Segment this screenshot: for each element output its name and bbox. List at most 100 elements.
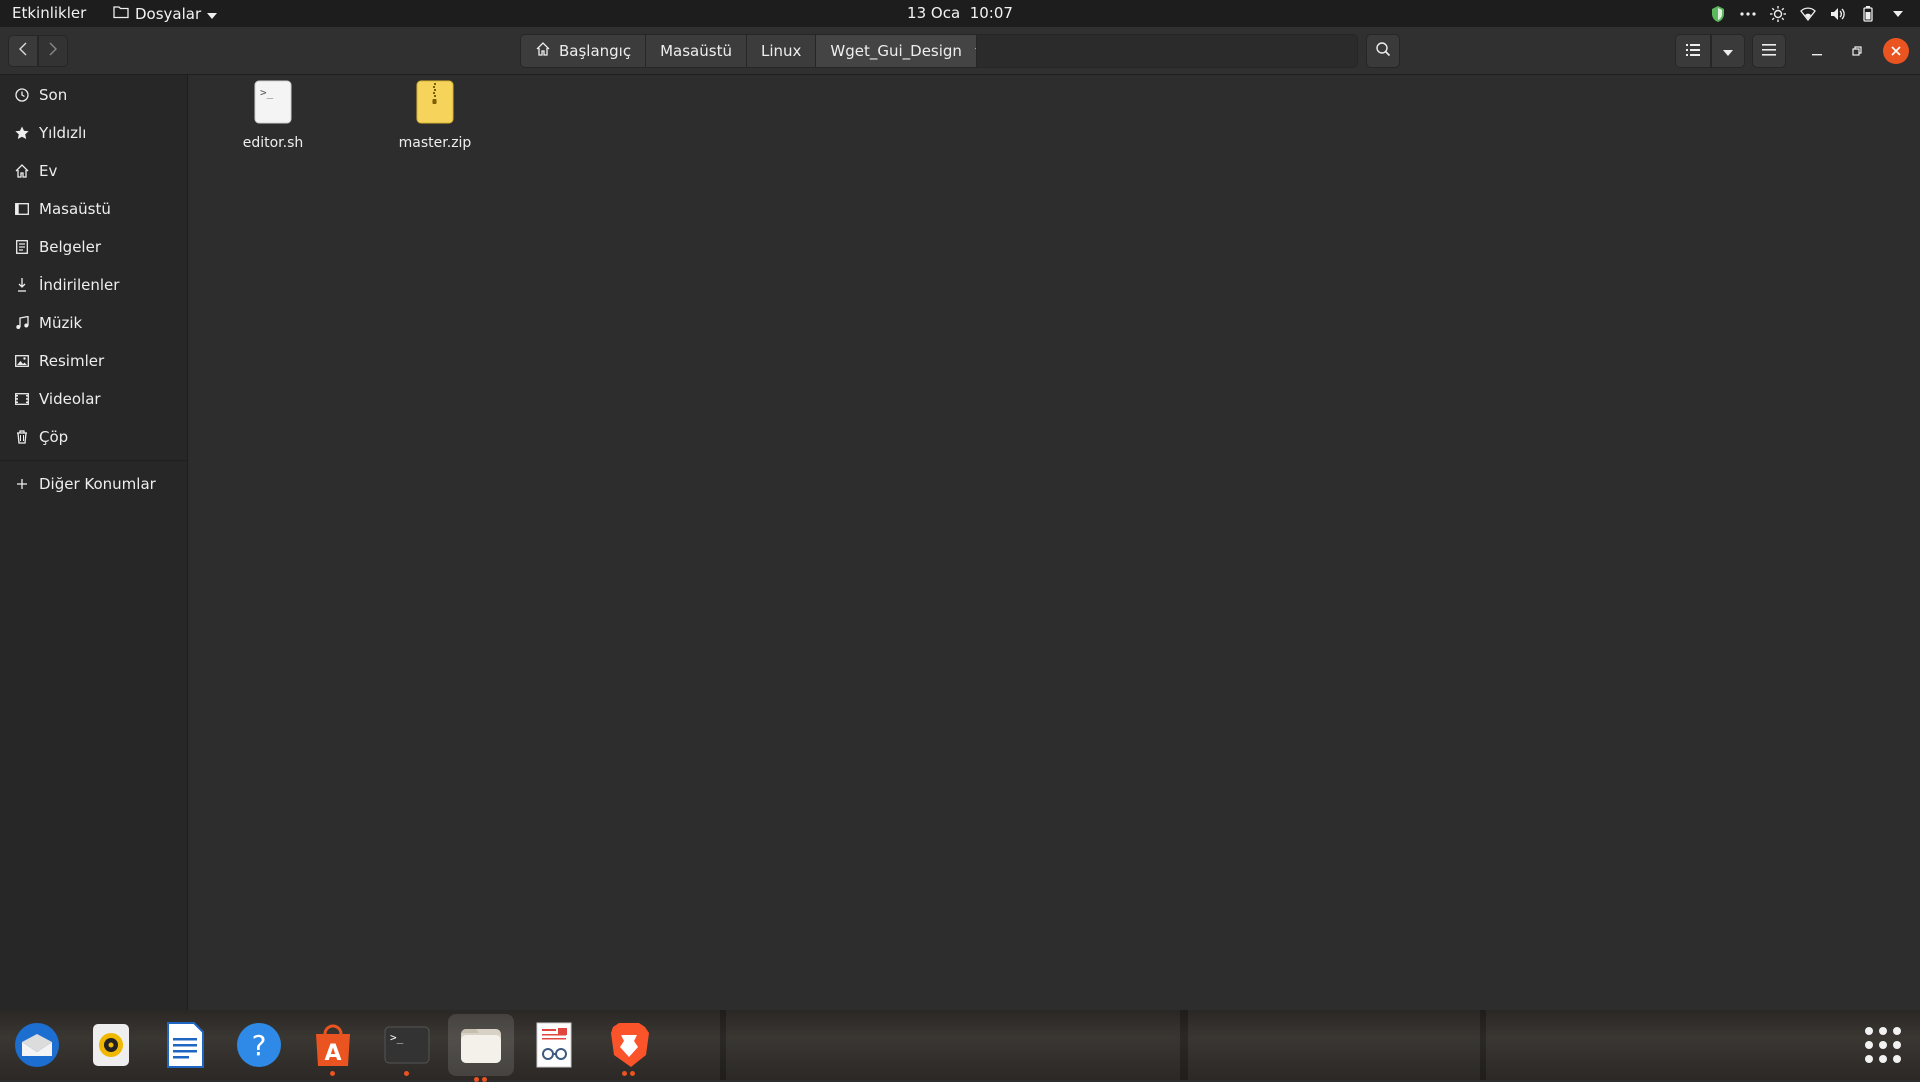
apps-grid-icon <box>1893 1041 1901 1049</box>
sidebar-item-desktop[interactable]: Masaüstü <box>0 190 187 228</box>
breadcrumb-desktop[interactable]: Masaüstü <box>645 34 746 68</box>
sidebar-item-recent[interactable]: Son <box>0 76 187 114</box>
software-center-icon[interactable]: A <box>308 1020 358 1076</box>
apps-grid-icon <box>1865 1027 1873 1035</box>
forward-button[interactable] <box>38 35 68 67</box>
star-icon <box>14 125 30 141</box>
sidebar-item-label: Diğer Konumlar <box>39 475 156 493</box>
clock-date[interactable]: 13 Oca <box>907 4 960 22</box>
close-icon <box>1891 42 1901 60</box>
minimize-button[interactable] <box>1804 38 1830 64</box>
sidebar-item-label: Çöp <box>39 428 69 446</box>
sidebar-item-home[interactable]: Ev <box>0 152 187 190</box>
rhythmbox-icon[interactable] <box>86 1020 136 1070</box>
volume-icon[interactable] <box>1830 6 1846 22</box>
svg-text:>_: >_ <box>390 1031 404 1044</box>
maximize-button[interactable] <box>1844 38 1870 64</box>
breadcrumb-current[interactable]: Wget_Gui_Design <box>815 34 998 68</box>
sidebar-divider <box>0 460 187 461</box>
breadcrumb: Başlangıç Masaüstü Linux Wget_Gui_Design <box>520 34 998 68</box>
sidebar-item-trash[interactable]: Çöp <box>0 418 187 456</box>
dock-background <box>720 1010 726 1080</box>
shield-icon[interactable] <box>1710 5 1726 22</box>
search-icon <box>1375 41 1391 61</box>
wifi-icon[interactable] <box>1800 6 1816 22</box>
help-icon[interactable]: ? <box>234 1020 284 1070</box>
clock-icon <box>14 87 30 103</box>
plus-icon <box>14 476 30 492</box>
file-item[interactable]: >_ editor.sh <box>213 80 333 152</box>
sidebar-item-music[interactable]: Müzik <box>0 304 187 342</box>
sidebar-item-label: Videolar <box>39 390 101 408</box>
sidebar-item-videos[interactable]: Videolar <box>0 380 187 418</box>
view-options-button[interactable] <box>1711 34 1745 68</box>
path-bar-empty <box>976 34 1358 68</box>
file-name: master.zip <box>398 135 472 151</box>
sidebar-item-label: Belgeler <box>39 238 101 256</box>
running-indicator <box>630 1071 635 1076</box>
battery-icon[interactable] <box>1860 5 1876 22</box>
brightness-icon[interactable] <box>1770 5 1786 22</box>
sidebar-item-label: Resimler <box>39 352 105 370</box>
header-bar: Başlangıç Masaüstü Linux Wget_Gui_Design <box>0 27 1920 75</box>
apps-grid-icon <box>1865 1041 1873 1049</box>
system-tray <box>1710 0 1906 27</box>
sidebar-item-label: Yıldızlı <box>39 124 87 142</box>
document-icon <box>14 239 30 255</box>
close-button[interactable] <box>1883 38 1909 64</box>
apps-grid-icon <box>1893 1055 1901 1063</box>
terminal-icon[interactable]: >_ <box>382 1020 432 1076</box>
file-view[interactable]: >_ editor.sh master.zip <box>189 75 1920 1010</box>
show-applications-button[interactable] <box>1865 1027 1901 1063</box>
download-icon <box>14 277 30 293</box>
sidebar-item-label: Masaüstü <box>39 200 111 218</box>
svg-text:A: A <box>324 1041 341 1066</box>
activities-button[interactable]: Etkinlikler <box>12 0 86 27</box>
libreoffice-writer-icon[interactable] <box>160 1020 210 1070</box>
home-icon <box>14 163 30 179</box>
image-icon <box>14 353 30 369</box>
dock-background <box>1480 1010 1486 1080</box>
app-menu[interactable]: Dosyalar <box>113 0 218 27</box>
sidebar-item-label: Son <box>39 86 68 104</box>
clock-time[interactable]: 10:07 <box>970 4 1013 22</box>
sidebar: Son Yıldızlı Ev Masaüstü Belgeler İndiri… <box>0 75 188 1010</box>
video-icon <box>14 391 30 407</box>
sidebar-item-pictures[interactable]: Resimler <box>0 342 187 380</box>
apps-grid-icon <box>1865 1055 1873 1063</box>
home-icon <box>535 41 551 61</box>
list-view-button[interactable] <box>1675 34 1711 68</box>
sidebar-item-other-locations[interactable]: Diğer Konumlar <box>0 465 187 503</box>
breadcrumb-home[interactable]: Başlangıç <box>520 34 646 68</box>
chevron-down-icon <box>1723 42 1733 60</box>
chevron-down-icon[interactable] <box>1890 6 1906 22</box>
more-icon[interactable] <box>1740 6 1756 22</box>
chevron-right-icon <box>49 42 57 60</box>
file-item[interactable]: master.zip <box>375 80 495 152</box>
back-button[interactable] <box>8 35 38 67</box>
breadcrumb-linux[interactable]: Linux <box>745 34 816 68</box>
files-icon[interactable] <box>448 1014 514 1082</box>
sidebar-item-documents[interactable]: Belgeler <box>0 228 187 266</box>
chevron-down-icon <box>207 5 218 23</box>
dock: ? A >_ <box>0 1010 1920 1082</box>
search-button[interactable] <box>1366 34 1400 68</box>
trash-icon <box>14 429 30 445</box>
zip-archive-icon <box>416 80 454 128</box>
hamburger-icon <box>1762 42 1776 60</box>
brave-browser-icon[interactable] <box>604 1020 654 1076</box>
folder-icon <box>113 5 129 23</box>
top-bar: Etkinlikler Dosyalar 13 Oca 10:07 <box>0 0 1920 27</box>
shell-script-icon: >_ <box>254 80 292 128</box>
sidebar-item-downloads[interactable]: İndirilenler <box>0 266 187 304</box>
minimize-icon <box>1812 42 1822 60</box>
running-indicator <box>404 1071 409 1076</box>
sidebar-item-label: Ev <box>39 162 58 180</box>
thunderbird-icon[interactable] <box>12 1020 62 1070</box>
apps-grid-icon <box>1893 1027 1901 1035</box>
running-indicator <box>330 1071 335 1076</box>
desktop-icon <box>14 201 30 217</box>
hamburger-menu-button[interactable] <box>1752 34 1786 68</box>
document-viewer-icon[interactable] <box>530 1020 580 1070</box>
sidebar-item-starred[interactable]: Yıldızlı <box>0 114 187 152</box>
